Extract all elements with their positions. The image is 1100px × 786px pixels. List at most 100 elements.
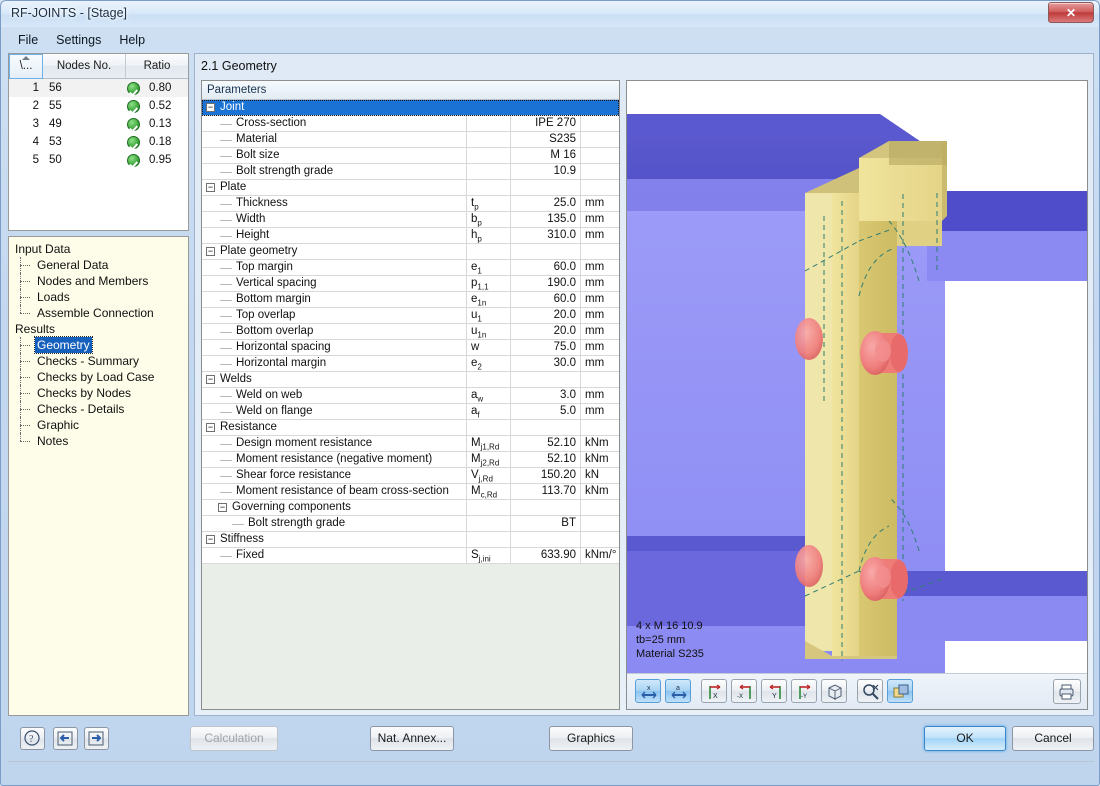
parameter-group-row[interactable]: − Stiffness	[202, 532, 619, 548]
parameter-row[interactable]: Bolt strength grade BT	[202, 516, 619, 532]
tree-item-assemble-connection[interactable]: Assemble Connection	[13, 305, 186, 321]
tree-item-checks-summary[interactable]: Checks - Summary	[13, 353, 186, 369]
parameter-group-row[interactable]: − Governing components	[202, 500, 619, 516]
tree-connector	[220, 156, 232, 157]
view-axis-x-icon[interactable]: X	[701, 679, 727, 703]
view-axis-minus-x-icon[interactable]: -X	[731, 679, 757, 703]
collapse-icon[interactable]: −	[206, 535, 215, 544]
next-icon[interactable]	[84, 727, 109, 750]
parameter-label: Plate	[220, 181, 247, 193]
parameter-row[interactable]: Design moment resistance Mj1,Rd 52.10 kNm	[202, 436, 619, 452]
table-row[interactable]: 1 56 0.80	[9, 79, 188, 97]
table-row[interactable]: 2 55 0.52	[9, 97, 188, 115]
tree-item-notes[interactable]: Notes	[13, 433, 186, 449]
row-index: 3	[32, 118, 39, 130]
model-3d-view[interactable]	[627, 81, 1087, 673]
column-header-ratio[interactable]: Ratio	[126, 54, 188, 78]
view-axis-minus-y-icon[interactable]: -Y	[791, 679, 817, 703]
parameter-row[interactable]: Shear force resistance Vj,Rd 150.20 kN	[202, 468, 619, 484]
nodes-table[interactable]: \... Nodes No. Ratio 1 56 0.80 2 55 0.52 3 49 0.…	[8, 53, 189, 231]
parameter-row[interactable]: Bolt size M 16	[202, 148, 619, 164]
collapse-icon[interactable]: −	[206, 103, 215, 112]
collapse-icon[interactable]: −	[206, 423, 215, 432]
parameter-symbol: tp	[466, 196, 510, 212]
tree-item-checks-by-nodes[interactable]: Checks by Nodes	[13, 385, 186, 401]
view-x-icon[interactable]: x	[635, 679, 661, 703]
parameter-unit	[580, 164, 619, 180]
tree-item-graphic[interactable]: Graphic	[13, 417, 186, 433]
table-row[interactable]: 3 49 0.13	[9, 115, 188, 133]
parameter-row[interactable]: Moment resistance of beam cross-section M…	[202, 484, 619, 500]
render-mode-icon[interactable]	[887, 679, 913, 703]
tree-item-geometry[interactable]: Geometry	[13, 336, 186, 354]
annotation-line-1: 4 x M 16 10.9	[636, 620, 703, 632]
parameter-value	[510, 372, 580, 388]
menu-help[interactable]: Help	[110, 31, 154, 49]
parameter-row[interactable]: Bolt strength grade 10.9	[202, 164, 619, 180]
tree-item-checks-by-load-case[interactable]: Checks by Load Case	[13, 369, 186, 385]
row-node-number: 50	[49, 154, 62, 166]
annotation-line-3: Material S235	[636, 648, 704, 660]
parameter-row[interactable]: Moment resistance (negative moment) Mj2,R…	[202, 452, 619, 468]
menu-settings[interactable]: Settings	[47, 31, 110, 49]
graphics-button[interactable]: Graphics	[549, 726, 633, 751]
column-header-nodes-no[interactable]: Nodes No.	[43, 54, 126, 78]
menu-file[interactable]: File	[9, 31, 47, 49]
help-icon[interactable]: ?	[20, 727, 45, 750]
parameter-row[interactable]: Horizontal margin e2 30.0 mm	[202, 356, 619, 372]
tree-item-general-data[interactable]: General Data	[13, 257, 186, 273]
nat-annex-button[interactable]: Nat. Annex...	[370, 726, 454, 751]
parameter-row[interactable]: Bottom margin e1n 60.0 mm	[202, 292, 619, 308]
parameter-value: 60.0	[510, 292, 580, 308]
parameter-row[interactable]: Horizontal spacing w 75.0 mm	[202, 340, 619, 356]
parameter-group-row[interactable]: − Welds	[202, 372, 619, 388]
parameter-row[interactable]: Bottom overlap u1n 20.0 mm	[202, 324, 619, 340]
sort-ascending-icon	[22, 56, 30, 60]
parameter-row[interactable]: Vertical spacing p1,1 190.0 mm	[202, 276, 619, 292]
collapse-icon[interactable]: −	[206, 247, 215, 256]
cancel-button[interactable]: Cancel	[1012, 726, 1094, 751]
parameter-symbol	[466, 164, 510, 180]
printer-icon[interactable]	[1053, 679, 1081, 704]
parameter-row[interactable]: Cross-section IPE 270	[202, 116, 619, 132]
parameter-unit: mm	[580, 212, 619, 228]
parameter-unit	[580, 132, 619, 148]
parameter-row[interactable]: Top overlap u1 20.0 mm	[202, 308, 619, 324]
parameter-group-row[interactable]: − Joint	[202, 100, 619, 116]
navigation-tree[interactable]: Input Data General Data Nodes and Members L…	[8, 236, 189, 716]
collapse-icon[interactable]: −	[218, 503, 227, 512]
parameter-group-row[interactable]: − Plate	[202, 180, 619, 196]
parameter-group-row[interactable]: − Resistance	[202, 420, 619, 436]
ok-button[interactable]: OK	[924, 726, 1006, 751]
collapse-icon[interactable]: −	[206, 183, 215, 192]
parameter-row[interactable]: Weld on web aw 3.0 mm	[202, 388, 619, 404]
table-row[interactable]: 5 50 0.95	[9, 151, 188, 169]
close-button[interactable]: ✕	[1048, 2, 1094, 23]
table-row[interactable]: 4 53 0.18	[9, 133, 188, 151]
collapse-icon[interactable]: −	[206, 375, 215, 384]
parameter-row[interactable]: Material S235	[202, 132, 619, 148]
parameter-row[interactable]: Thickness tp 25.0 mm	[202, 196, 619, 212]
isometric-view-icon[interactable]	[821, 679, 847, 703]
tree-item-label: Checks - Details	[37, 402, 125, 416]
view-a-icon[interactable]: a	[665, 679, 691, 703]
parameters-table[interactable]: Parameters − Joint Cross-section IPE 270 Mat…	[201, 80, 620, 710]
zoom-reset-icon[interactable]	[857, 679, 883, 703]
tree-item-loads[interactable]: Loads	[13, 289, 186, 305]
parameter-row[interactable]: Fixed Sj,ini 633.90 kNm/°	[202, 548, 619, 564]
model-annotation: 4 x M 16 10.9 tb=25 mm Material S235	[636, 619, 704, 661]
column-header-index[interactable]: \...	[9, 54, 43, 79]
parameter-row[interactable]: Height hp 310.0 mm	[202, 228, 619, 244]
tree-item-nodes-and-members[interactable]: Nodes and Members	[13, 273, 186, 289]
parameter-unit: mm	[580, 260, 619, 276]
parameter-group-row[interactable]: − Plate geometry	[202, 244, 619, 260]
previous-icon[interactable]	[53, 727, 78, 750]
column-header-index-label: \...	[19, 60, 33, 72]
parameter-row[interactable]: Width bp 135.0 mm	[202, 212, 619, 228]
parameter-row[interactable]: Top margin e1 60.0 mm	[202, 260, 619, 276]
view-axis-y-icon[interactable]: Y	[761, 679, 787, 703]
parameter-row[interactable]: Weld on flange af 5.0 mm	[202, 404, 619, 420]
parameter-unit	[580, 372, 619, 388]
calculation-button[interactable]: Calculation	[190, 726, 278, 751]
tree-item-checks-details[interactable]: Checks - Details	[13, 401, 186, 417]
